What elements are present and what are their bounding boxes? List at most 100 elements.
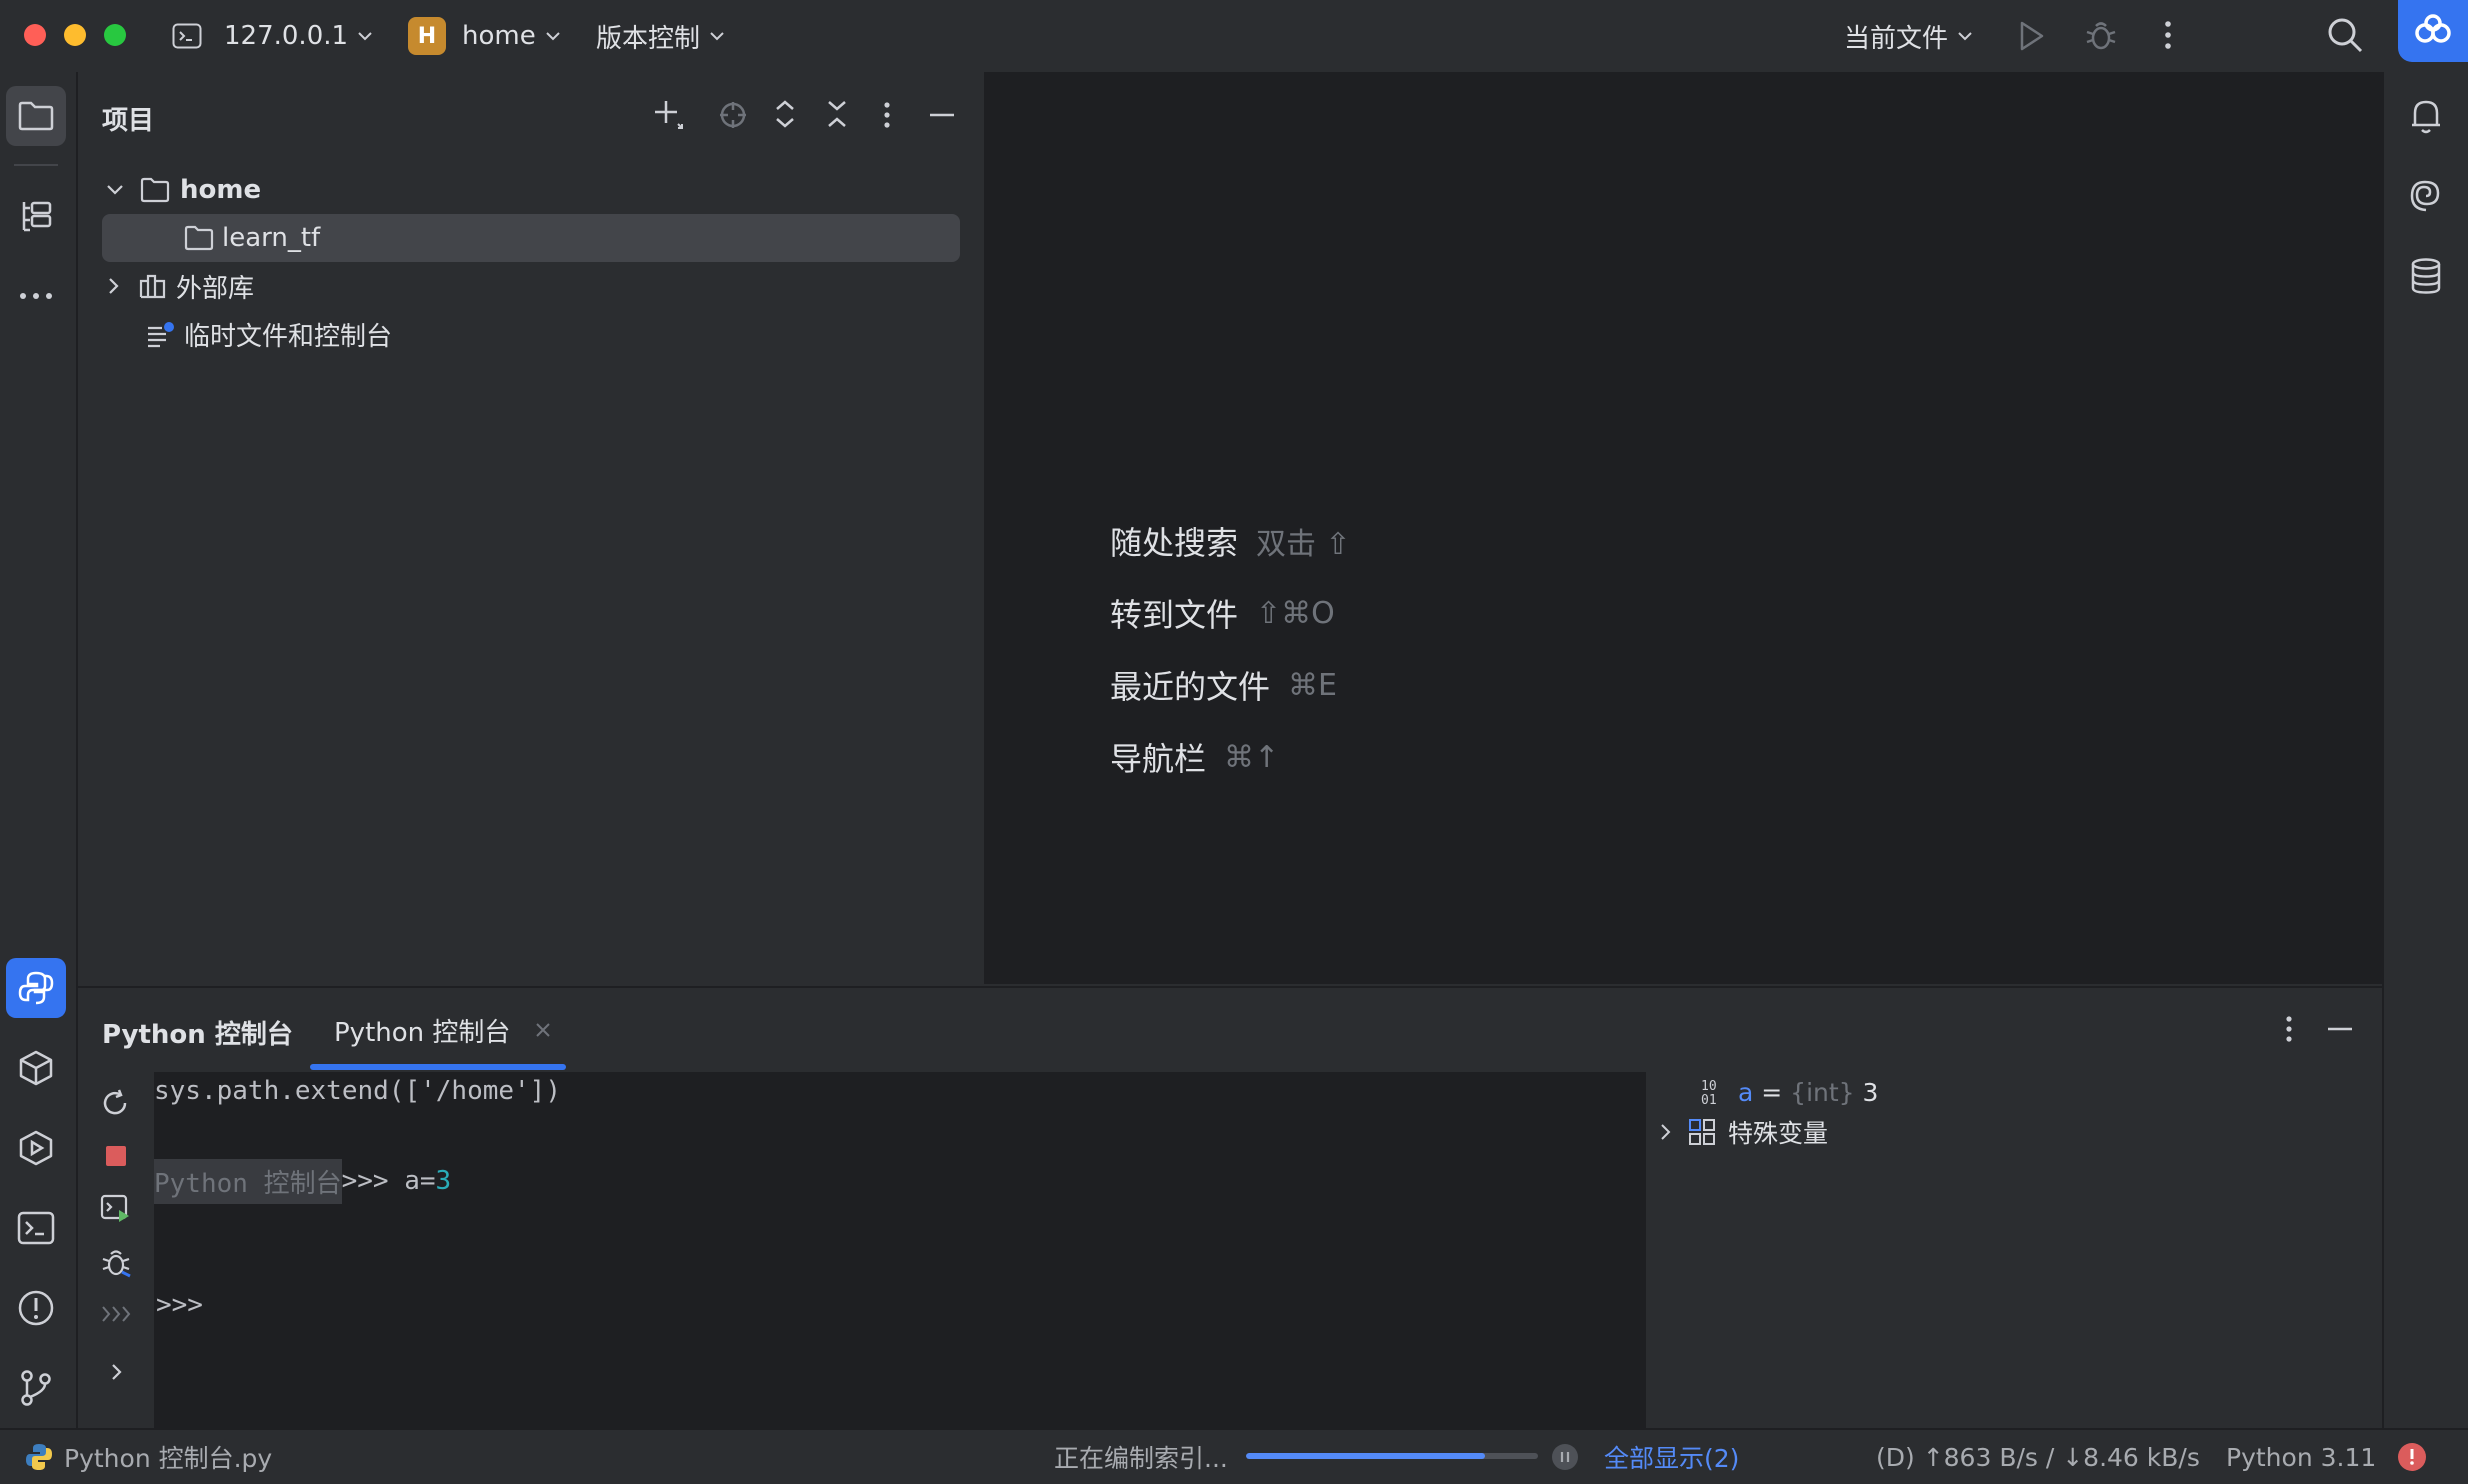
tree-item-external-libraries[interactable]: 外部库 [78,262,984,310]
run-console-command-button[interactable] [100,1194,132,1224]
crosshair-icon [720,102,746,128]
hint-label: 随处搜索 [1110,524,1239,562]
scratches-icon [148,322,174,348]
special-variables-label: 特殊变量 [1728,1119,1829,1148]
ai-chat-button[interactable] [2396,166,2456,226]
search-everywhere-button[interactable] [2326,16,2364,54]
project-options-button[interactable] [880,100,894,130]
run-button[interactable] [2018,20,2046,52]
variable-equals: = [1753,1077,1791,1107]
tab-label: Python 控制台 [334,1017,511,1048]
remote-host-selector[interactable]: 127.0.0.1 [172,0,372,72]
run-config-selector[interactable]: 当前文件 [1844,0,1972,72]
zoom-window-button[interactable] [104,24,126,46]
error-indicator[interactable] [2398,1443,2426,1471]
warning-circle-icon [18,1290,54,1326]
tree-item-home[interactable]: home [78,166,984,214]
console-code: a= [388,1166,436,1196]
more-vertical-icon [2165,21,2171,49]
project-selector[interactable]: H home [408,0,560,72]
minimize-window-button[interactable] [64,24,86,46]
pause-indexing-button[interactable] [1552,1444,1578,1470]
svg-text:10: 10 [1701,1079,1717,1094]
chevrons-right-icon [102,1306,131,1322]
database-button[interactable] [2396,246,2456,306]
locate-file-button[interactable] [718,100,748,130]
folder-icon [18,101,54,131]
hint-shortcut: ⇧⌘O [1256,595,1335,631]
more-vertical-icon [2286,1016,2292,1042]
git-tool-button[interactable] [6,1358,66,1418]
show-all-tasks-link[interactable]: 全部显示(2) [1604,1430,1739,1484]
close-window-button[interactable] [24,24,46,46]
ai-assistant-button[interactable] [2398,0,2468,62]
hint-label: 转到文件 [1110,596,1239,634]
right-tool-strip [2382,72,2468,1428]
debug-console-button[interactable] [100,1246,132,1278]
terminal-tool-button[interactable] [6,1198,66,1258]
collapse-all-button[interactable] [824,98,850,130]
integer-type-icon: 1001 [1701,1079,1717,1106]
status-current-file[interactable]: Python 控制台.py [24,1430,272,1484]
expand-toolbar-button[interactable] [110,1362,124,1382]
rerun-console-button[interactable] [100,1088,130,1118]
chevron-down-icon [358,32,372,41]
active-tab-indicator [310,1064,566,1070]
chevron-right-icon [112,1364,122,1380]
chevron-down-icon [546,32,560,41]
cloud-link-icon [2415,14,2451,43]
expand-all-button[interactable] [772,98,798,130]
python-interpreter[interactable]: Python 3.11 [2226,1430,2376,1484]
hint-shortcut: ⌘E [1288,667,1337,703]
variable-type: {int} [1790,1077,1855,1107]
project-tool-button[interactable] [6,86,66,146]
console-panel-title: Python 控制台 [102,1020,293,1050]
hide-console-button[interactable] [2326,1016,2354,1042]
chevron-right-icon [1661,1124,1671,1140]
tree-item-scratches[interactable]: 临时文件和控制台 [78,310,984,358]
console-input-prompt[interactable]: >>> [156,1290,203,1320]
command-queue-button[interactable] [100,1304,132,1324]
variable-row[interactable]: 10 01 a = {int} 3 [1700,1072,1878,1112]
variable-value: 3 [1854,1077,1879,1107]
console-options-button[interactable] [2282,1014,2296,1044]
indexing-progress-bar [1246,1453,1538,1459]
more-tools-button[interactable] [6,266,66,326]
tab-python-console[interactable]: Python 控制台 [334,1006,552,1054]
bell-icon [2412,100,2440,134]
bug-icon [102,1250,131,1278]
folder-icon [184,225,214,251]
services-tool-button[interactable] [6,1118,66,1178]
special-variables-row[interactable]: 特殊变量 [1660,1112,1828,1152]
indexing-status[interactable]: 正在编制索引... [1054,1430,1228,1484]
stop-icon [106,1146,126,1166]
python-console-tool-button[interactable] [6,958,66,1018]
network-status[interactable]: (D) ↑863 B/s / ↓8.46 kB/s [1876,1430,2200,1484]
python-file-icon [26,1444,52,1470]
stop-console-button[interactable] [104,1144,128,1168]
variables-view: 10 01 a = {int} 3 特殊变量 [1644,1072,2382,1430]
tree-label-learn-tf: learn_tf [222,223,321,253]
hide-panel-button[interactable] [928,102,956,128]
structure-tool-button[interactable] [6,186,66,246]
project-panel: 项目 home learn_tf 外部库 临时文件和控制台 [78,72,986,984]
close-icon[interactable] [534,1021,552,1039]
console-prompt-label: Python 控制台 [154,1158,342,1204]
console-output[interactable]: sys.path.extend(['/home']) Python 控制台 >>… [154,1072,1720,1430]
notifications-button[interactable] [2396,86,2456,146]
debug-button[interactable] [2084,18,2118,52]
hint-shortcut: 双击 ⇧ [1256,527,1351,562]
spiral-icon [2410,180,2440,212]
more-actions-button[interactable] [2160,18,2176,52]
python-packages-tool-button[interactable] [6,1038,66,1098]
tree-item-learn-tf[interactable]: learn_tf [78,214,984,262]
play-icon [2020,21,2044,51]
problems-tool-button[interactable] [6,1278,66,1338]
more-horizontal-icon [20,293,52,299]
git-branch-icon [21,1370,51,1406]
vcs-menu[interactable]: 版本控制 [596,0,724,72]
console-prompt-arrows: >>> [341,1166,389,1196]
console-line: sys.path.extend(['/home']) [154,1076,561,1106]
status-bar: Python 控制台.py 正在编制索引... 全部显示(2) (D) ↑863… [0,1428,2468,1484]
new-file-button[interactable] [652,98,684,130]
